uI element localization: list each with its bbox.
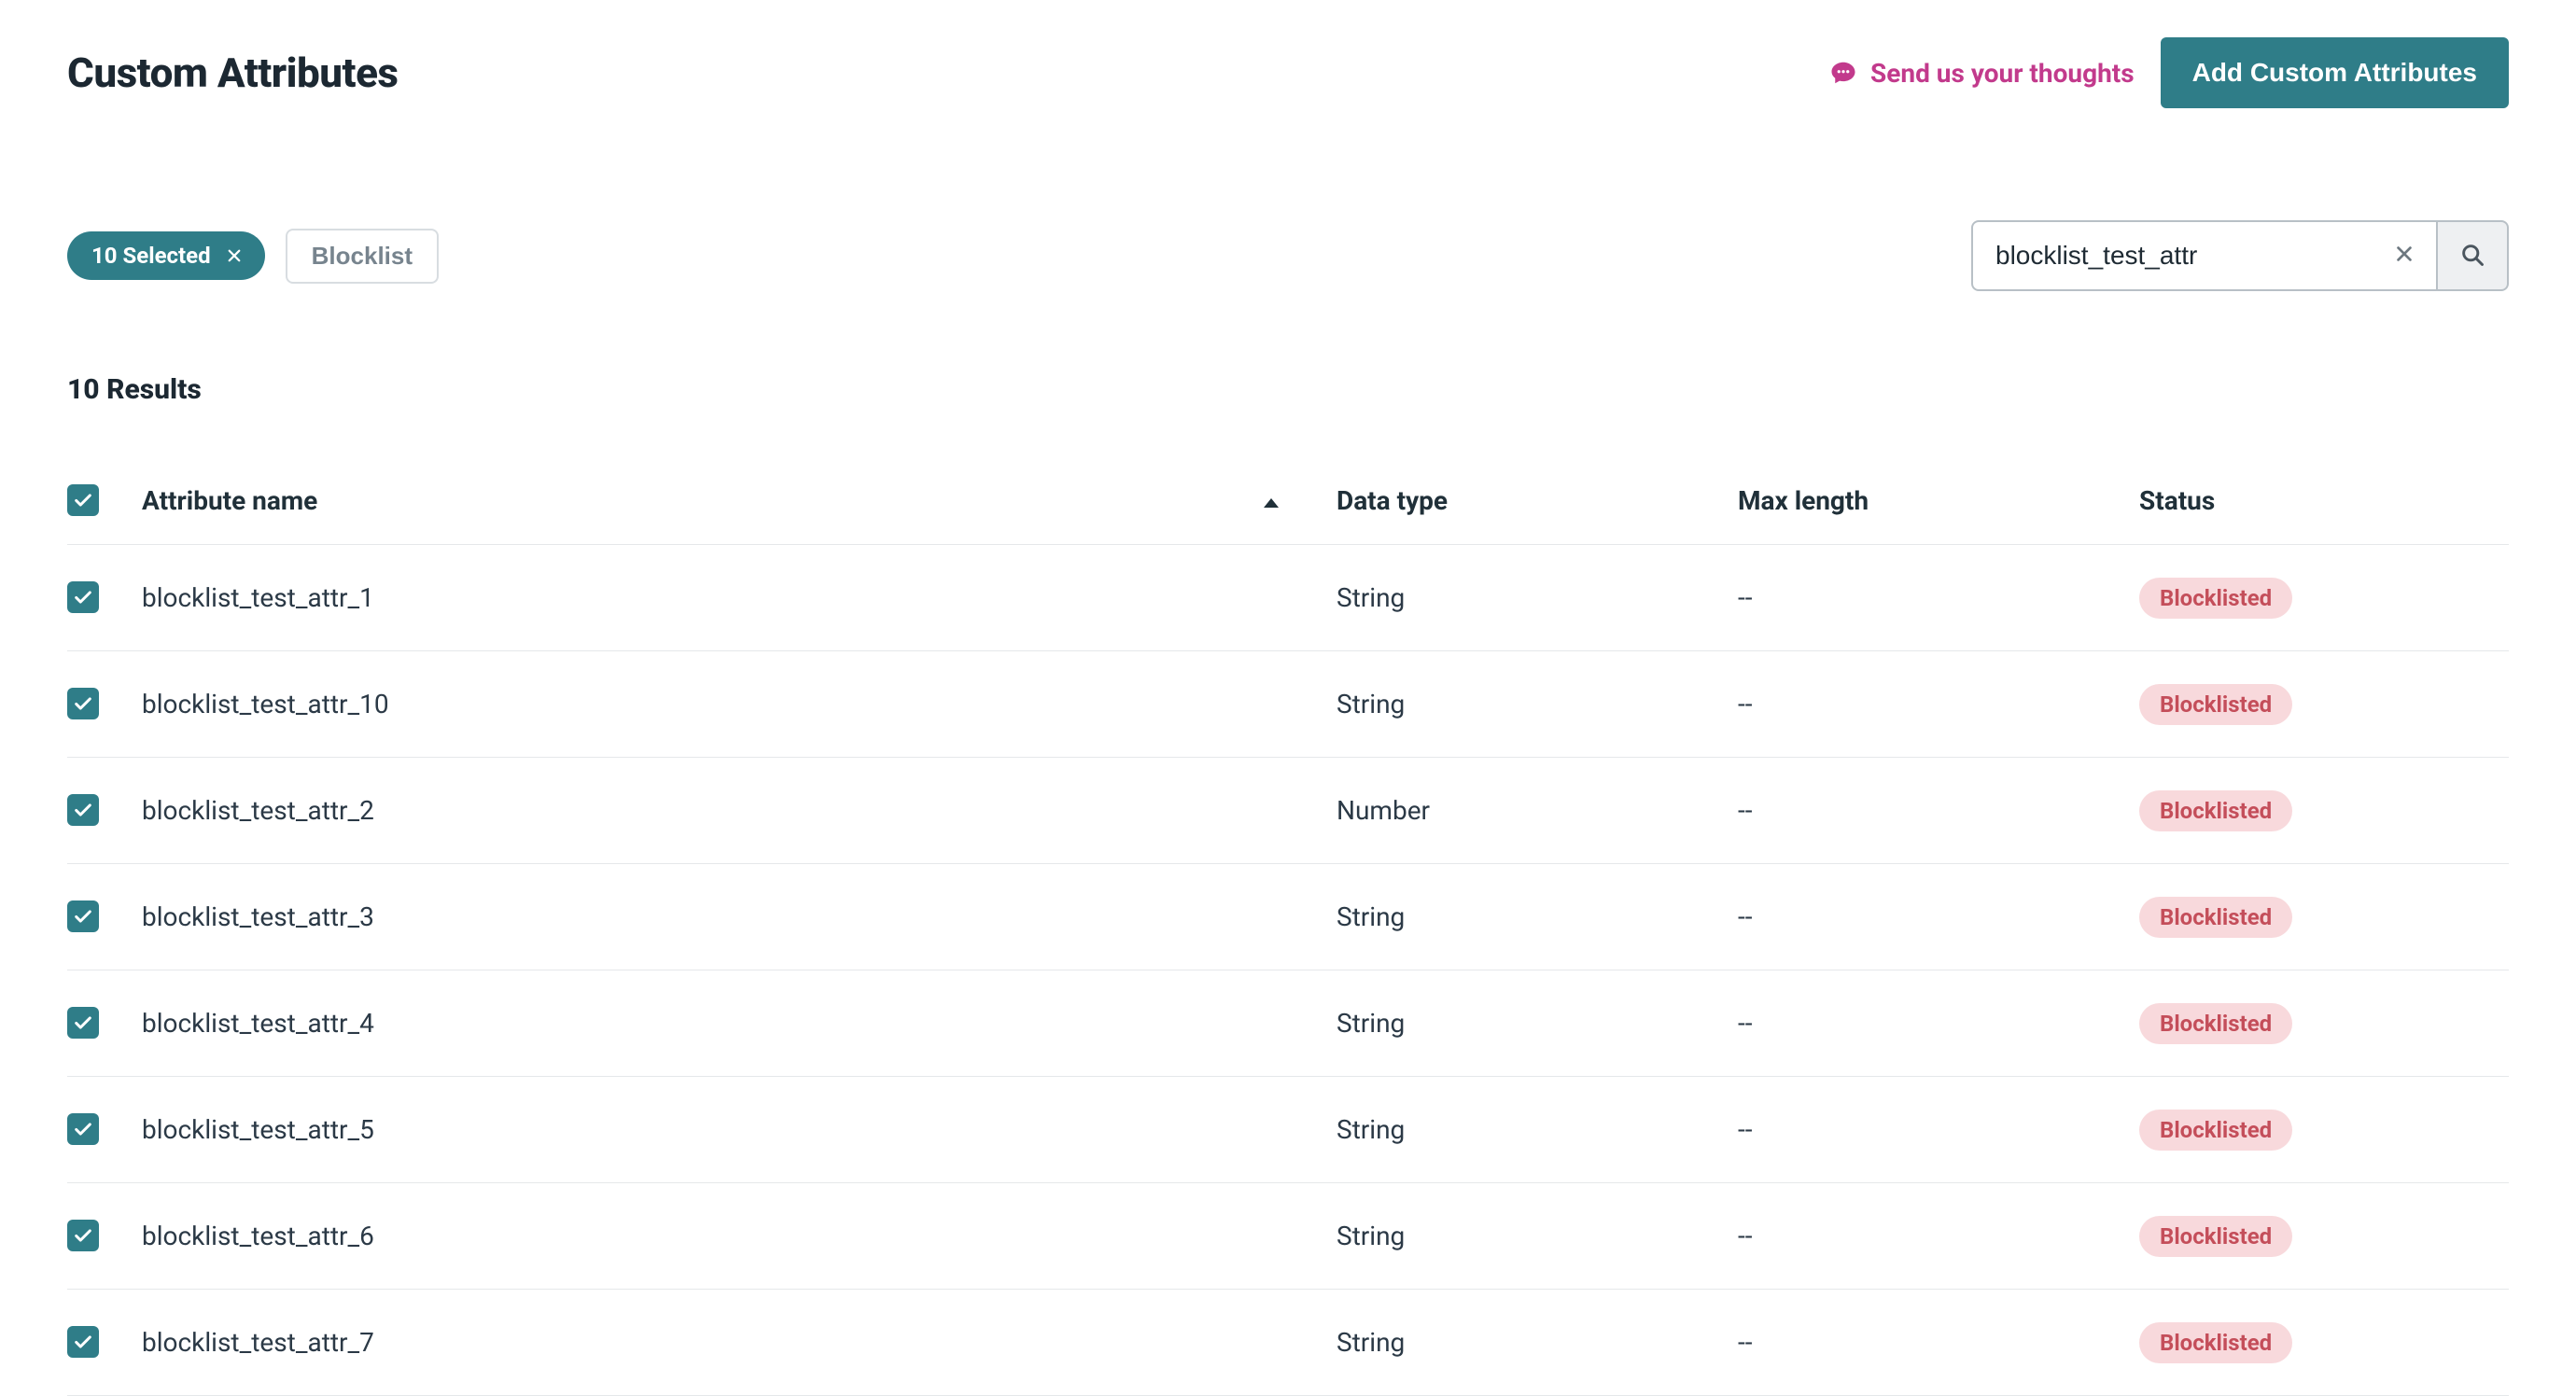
cell-max-length: -- bbox=[1738, 795, 2139, 826]
table-row[interactable]: blocklist_test_attr_3String--Blocklisted bbox=[67, 864, 2509, 970]
table-row[interactable]: blocklist_test_attr_5String--Blocklisted bbox=[67, 1077, 2509, 1183]
status-badge: Blocklisted bbox=[2139, 1110, 2292, 1151]
select-all-cell bbox=[67, 484, 142, 516]
cell-max-length: -- bbox=[1738, 901, 2139, 932]
cell-data-type: String bbox=[1337, 689, 1738, 719]
selection-pill-label: 10 Selected bbox=[91, 243, 211, 269]
cell-attribute-name: blocklist_test_attr_3 bbox=[142, 901, 1337, 932]
table-row[interactable]: blocklist_test_attr_2Number--Blocklisted bbox=[67, 758, 2509, 864]
sort-asc-icon bbox=[1262, 485, 1281, 516]
status-badge: Blocklisted bbox=[2139, 1322, 2292, 1363]
row-checkbox-cell bbox=[67, 1220, 142, 1252]
cell-attribute-name: blocklist_test_attr_6 bbox=[142, 1221, 1337, 1251]
table-row[interactable]: blocklist_test_attr_1String--Blocklisted bbox=[67, 545, 2509, 651]
cell-max-length: -- bbox=[1738, 689, 2139, 719]
cell-status: Blocklisted bbox=[2139, 1216, 2509, 1257]
search-input[interactable] bbox=[1994, 240, 2386, 272]
cell-data-type: String bbox=[1337, 582, 1738, 613]
cell-status: Blocklisted bbox=[2139, 578, 2509, 619]
page-header: Custom Attributes Send us your thoughts … bbox=[67, 37, 2509, 108]
row-checkbox[interactable] bbox=[67, 794, 99, 826]
row-checkbox-cell bbox=[67, 688, 142, 720]
row-checkbox[interactable] bbox=[67, 1326, 99, 1358]
table-row[interactable]: blocklist_test_attr_6String--Blocklisted bbox=[67, 1183, 2509, 1290]
cell-data-type: String bbox=[1337, 1008, 1738, 1039]
toolbar: 10 Selected Blocklist bbox=[67, 220, 2509, 291]
results-count: 10 Results bbox=[67, 373, 2509, 406]
cell-attribute-name: blocklist_test_attr_10 bbox=[142, 689, 1337, 719]
search-button[interactable] bbox=[2438, 220, 2509, 291]
cell-status: Blocklisted bbox=[2139, 790, 2509, 831]
col-max-length[interactable]: Max length bbox=[1738, 485, 2139, 516]
add-custom-attributes-button[interactable]: Add Custom Attributes bbox=[2161, 37, 2509, 108]
row-checkbox-cell bbox=[67, 1007, 142, 1040]
cell-attribute-name: blocklist_test_attr_5 bbox=[142, 1114, 1337, 1145]
col-data-type[interactable]: Data type bbox=[1337, 485, 1738, 516]
search-clear-button[interactable] bbox=[2386, 237, 2423, 274]
close-icon[interactable] bbox=[224, 245, 245, 266]
cell-data-type: Number bbox=[1337, 795, 1738, 826]
table-row[interactable]: blocklist_test_attr_4String--Blocklisted bbox=[67, 970, 2509, 1077]
status-badge: Blocklisted bbox=[2139, 1216, 2292, 1257]
table-row[interactable]: blocklist_test_attr_10String--Blockliste… bbox=[67, 651, 2509, 758]
cell-status: Blocklisted bbox=[2139, 897, 2509, 938]
status-badge: Blocklisted bbox=[2139, 1003, 2292, 1044]
row-checkbox-cell bbox=[67, 794, 142, 827]
cell-max-length: -- bbox=[1738, 1327, 2139, 1358]
row-checkbox[interactable] bbox=[67, 688, 99, 719]
selection-pill[interactable]: 10 Selected bbox=[67, 231, 265, 280]
cell-max-length: -- bbox=[1738, 1008, 2139, 1039]
cell-status: Blocklisted bbox=[2139, 1322, 2509, 1363]
comment-icon bbox=[1829, 59, 1857, 87]
row-checkbox[interactable] bbox=[67, 1113, 99, 1145]
cell-max-length: -- bbox=[1738, 1114, 2139, 1145]
cell-status: Blocklisted bbox=[2139, 1110, 2509, 1151]
status-badge: Blocklisted bbox=[2139, 578, 2292, 619]
table-row[interactable]: blocklist_test_attr_7String--Blocklisted bbox=[67, 1290, 2509, 1396]
filter-group: 10 Selected Blocklist bbox=[67, 229, 439, 284]
feedback-link[interactable]: Send us your thoughts bbox=[1829, 58, 2135, 89]
cell-max-length: -- bbox=[1738, 582, 2139, 613]
col-label: Attribute name bbox=[142, 485, 317, 516]
page-title: Custom Attributes bbox=[67, 49, 399, 97]
col-attribute-name[interactable]: Attribute name bbox=[142, 485, 1337, 516]
select-all-checkbox[interactable] bbox=[67, 484, 99, 516]
cell-status: Blocklisted bbox=[2139, 684, 2509, 725]
search-icon bbox=[2459, 242, 2485, 271]
row-checkbox-cell bbox=[67, 900, 142, 933]
table-body: blocklist_test_attr_1String--Blocklisted… bbox=[67, 545, 2509, 1396]
table-header: Attribute name Data type Max length Stat… bbox=[67, 466, 2509, 545]
status-badge: Blocklisted bbox=[2139, 897, 2292, 938]
row-checkbox[interactable] bbox=[67, 581, 99, 613]
cell-status: Blocklisted bbox=[2139, 1003, 2509, 1044]
status-badge: Blocklisted bbox=[2139, 684, 2292, 725]
blocklist-button[interactable]: Blocklist bbox=[286, 229, 439, 284]
cell-data-type: String bbox=[1337, 1327, 1738, 1358]
cell-attribute-name: blocklist_test_attr_1 bbox=[142, 582, 1337, 613]
search-box bbox=[1971, 220, 2438, 291]
row-checkbox-cell bbox=[67, 1326, 142, 1359]
cell-data-type: String bbox=[1337, 1221, 1738, 1251]
cell-data-type: String bbox=[1337, 1114, 1738, 1145]
status-badge: Blocklisted bbox=[2139, 790, 2292, 831]
row-checkbox[interactable] bbox=[67, 900, 99, 932]
col-status[interactable]: Status bbox=[2139, 485, 2509, 516]
cell-max-length: -- bbox=[1738, 1221, 2139, 1251]
cell-data-type: String bbox=[1337, 901, 1738, 932]
header-actions: Send us your thoughts Add Custom Attribu… bbox=[1829, 37, 2509, 108]
row-checkbox[interactable] bbox=[67, 1007, 99, 1039]
feedback-link-label: Send us your thoughts bbox=[1870, 58, 2135, 89]
close-icon bbox=[2394, 241, 2415, 271]
attributes-table: Attribute name Data type Max length Stat… bbox=[67, 466, 2509, 1396]
cell-attribute-name: blocklist_test_attr_2 bbox=[142, 795, 1337, 826]
row-checkbox[interactable] bbox=[67, 1220, 99, 1251]
row-checkbox-cell bbox=[67, 1113, 142, 1146]
cell-attribute-name: blocklist_test_attr_7 bbox=[142, 1327, 1337, 1358]
search bbox=[1971, 220, 2509, 291]
cell-attribute-name: blocklist_test_attr_4 bbox=[142, 1008, 1337, 1039]
row-checkbox-cell bbox=[67, 581, 142, 614]
